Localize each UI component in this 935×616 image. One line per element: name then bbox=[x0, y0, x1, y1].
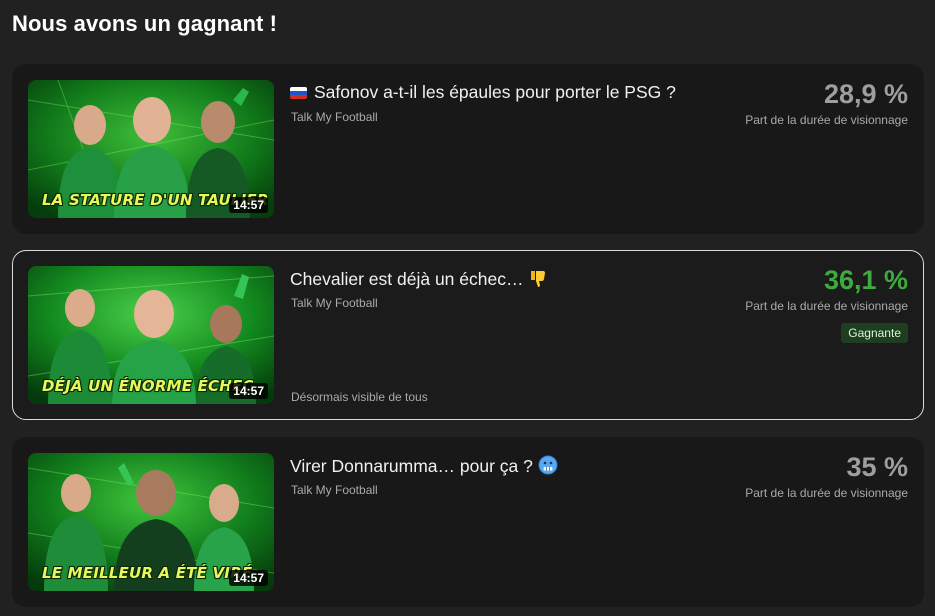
channel-name[interactable]: Talk My Football bbox=[291, 296, 378, 310]
video-result-card[interactable]: LE MEILLEUR A ÉTÉ VIRÉ 14:57 Virer Donna… bbox=[12, 437, 924, 607]
channel-name[interactable]: Talk My Football bbox=[291, 110, 378, 124]
watch-time-stat: 28,9 % Part de la durée de visionnage bbox=[745, 78, 908, 127]
thumbnail-caption: LE MEILLEUR A ÉTÉ VIRÉ bbox=[42, 564, 253, 582]
watch-time-stat: 36,1 % Part de la durée de visionnage Ga… bbox=[745, 264, 908, 343]
video-result-card[interactable]: LA STATURE D'UN TAULIER 14:57 Safonov a-… bbox=[12, 64, 924, 234]
video-title-text: Safonov a-t-il les épaules pour porter l… bbox=[314, 82, 676, 102]
watch-time-share-label: Part de la durée de visionnage bbox=[745, 113, 908, 127]
visibility-note: Désormais visible de tous bbox=[291, 390, 428, 404]
watch-time-share-value: 36,1 % bbox=[823, 265, 908, 295]
russia-flag-icon bbox=[290, 87, 307, 99]
video-title[interactable]: Virer Donnarumma… pour ça ? bbox=[290, 455, 558, 480]
watch-time-share-label: Part de la durée de visionnage bbox=[745, 299, 908, 313]
video-title-text: Chevalier est déjà un échec… bbox=[290, 269, 524, 289]
video-thumbnail[interactable]: LE MEILLEUR A ÉTÉ VIRÉ 14:57 bbox=[28, 453, 274, 591]
video-title[interactable]: Safonov a-t-il les épaules pour porter l… bbox=[290, 82, 676, 103]
thumbs-down-icon bbox=[528, 268, 548, 293]
video-result-card-winner[interactable]: DÉJÀ UN ÉNORME ÉCHEC 14:57 Chevalier est… bbox=[12, 250, 924, 420]
watch-time-stat: 35 % Part de la durée de visionnage bbox=[745, 451, 908, 500]
channel-name[interactable]: Talk My Football bbox=[291, 483, 378, 497]
video-duration: 14:57 bbox=[229, 570, 268, 586]
video-title-text: Virer Donnarumma… pour ça ? bbox=[290, 456, 533, 476]
video-duration: 14:57 bbox=[229, 383, 268, 399]
cold-face-icon bbox=[538, 455, 558, 480]
video-title[interactable]: Chevalier est déjà un échec… bbox=[290, 268, 548, 293]
watch-time-share-value: 35 % bbox=[846, 452, 908, 482]
watch-time-share-label: Part de la durée de visionnage bbox=[745, 486, 908, 500]
thumbnail-caption: DÉJÀ UN ÉNORME ÉCHEC bbox=[42, 377, 254, 395]
video-thumbnail[interactable]: DÉJÀ UN ÉNORME ÉCHEC 14:57 bbox=[28, 266, 274, 404]
page-title: Nous avons un gagnant ! bbox=[12, 11, 278, 36]
watch-time-share-value: 28,9 % bbox=[823, 79, 908, 109]
winner-badge: Gagnante bbox=[841, 323, 908, 343]
video-thumbnail[interactable]: LA STATURE D'UN TAULIER 14:57 bbox=[28, 80, 274, 218]
video-duration: 14:57 bbox=[229, 197, 268, 213]
